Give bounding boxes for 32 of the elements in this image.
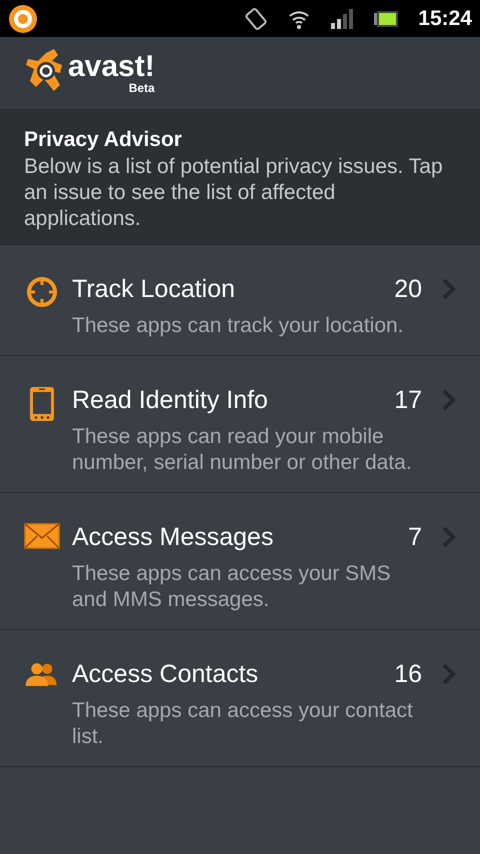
issue-description: These apps can access your SMS and MMS messages.	[72, 561, 392, 613]
phone-icon	[29, 386, 55, 422]
rotate-icon	[244, 6, 268, 30]
section-title: Privacy Advisor	[24, 127, 183, 153]
issue-title: Access Messages	[72, 522, 274, 553]
chevron-icon	[442, 278, 456, 300]
clock: 15:24	[418, 6, 472, 32]
chevron-icon	[442, 663, 456, 685]
chevron-icon	[442, 389, 456, 411]
issue-title: Track Location	[72, 274, 236, 305]
issue-item[interactable]: Track Location 20 These apps can track your location.	[0, 245, 480, 356]
issue-description: These apps can read your mobile number, serial number or other data.	[72, 424, 413, 476]
logo-text: avast!	[68, 52, 155, 82]
notification-icon	[8, 4, 38, 34]
intro-text: Below is a list of potential privacy issues. Tap an issue to see the list of affected applications.	[24, 154, 444, 232]
envelope-icon	[24, 523, 60, 549]
crosshair-icon	[25, 275, 59, 309]
issue-count: 20	[394, 274, 422, 305]
issue-title: Read Identity Info	[72, 385, 269, 416]
signal-icon	[330, 8, 354, 28]
issue-count: 7	[408, 522, 422, 553]
issue-item[interactable]: Access Contacts 16 These apps can access your contact list.	[0, 630, 480, 767]
chevron-icon	[442, 526, 456, 548]
issue-description: These apps can access your contact list.	[72, 698, 414, 750]
issue-count: 16	[394, 659, 422, 690]
beta-label: Beta	[128, 82, 155, 94]
battery-icon	[374, 10, 398, 26]
issue-item[interactable]: Read Identity Info 17 These apps can read your mobile number, serial number or other data.	[0, 356, 480, 493]
issue-description: These apps can track your location.	[72, 313, 405, 339]
issue-title: Access Contacts	[72, 659, 260, 690]
issue-count: 17	[394, 385, 422, 416]
issue-item[interactable]: Access Messages 7 These apps can access your SMS and MMS messages.	[0, 493, 480, 630]
